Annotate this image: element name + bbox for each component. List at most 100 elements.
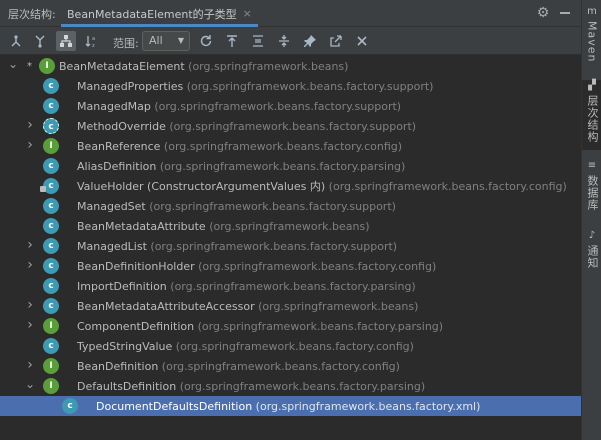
- type-name: MethodOverride (org.springframework.bean…: [77, 120, 416, 133]
- tree-row[interactable]: ⌄ I DefaultsDefinition (org.springframewor…: [0, 376, 581, 396]
- expand-all-icon[interactable]: [248, 31, 268, 51]
- type-simple-name: AliasDefinition: [77, 159, 160, 173]
- class-hierarchy-icon[interactable]: [56, 31, 76, 51]
- right-tab-maven[interactable]: m Maven: [582, 6, 601, 66]
- gear-icon[interactable]: ⚙: [535, 5, 551, 21]
- type-name: BeanMetadataAttributeAccessor (org.sprin…: [77, 300, 418, 313]
- tree-row[interactable]: › I BeanDefinition (org.springframework.be…: [0, 356, 581, 376]
- interface-icon: I: [39, 58, 55, 74]
- class-icon: c: [43, 218, 59, 234]
- tree-row[interactable]: › c MethodOverride (org.springframework.be…: [0, 116, 581, 136]
- type-name: ImportDefinition (org.springframework.be…: [77, 280, 416, 293]
- chevron-right-icon[interactable]: ›: [25, 138, 35, 152]
- type-name: DocumentDefaultsDefinition (org.springfr…: [96, 400, 480, 413]
- chevron-down-icon[interactable]: ⌄: [25, 378, 35, 391]
- type-package: (org.springframework.beans.factory.parsi…: [159, 159, 406, 173]
- right-tab-notifications-label: 通知: [586, 245, 599, 269]
- bell-icon: ♪: [588, 230, 596, 241]
- chevron-right-icon[interactable]: ›: [25, 358, 35, 372]
- tree-row[interactable]: c TypedStringValue (org.springframework.b…: [0, 336, 581, 356]
- tree-row[interactable]: c BeanMetadataAttribute (org.springframew…: [0, 216, 581, 236]
- type-package: (org.springframework.beans.factory.confi…: [161, 359, 400, 373]
- right-tab-notifications[interactable]: ♪ 通知: [582, 230, 601, 280]
- type-package: (org.springframework.beans): [209, 219, 370, 233]
- type-simple-name: ManagedList: [77, 239, 151, 253]
- type-simple-name: ComponentDefinition: [77, 319, 198, 333]
- type-simple-name: MethodOverride: [77, 119, 170, 133]
- scope-value: All: [149, 34, 163, 47]
- type-simple-name: BeanDefinitionHolder: [77, 259, 199, 273]
- tree-row[interactable]: › c BeanDefinitionHolder (org.springframew…: [0, 256, 581, 276]
- class-icon: c: [43, 298, 59, 314]
- class-icon: c: [43, 278, 59, 294]
- chevron-right-icon[interactable]: ›: [25, 298, 35, 312]
- tree-row[interactable]: › c ManagedList (org.springframework.beans…: [0, 236, 581, 256]
- type-package: (org.springframework.beans.factory.parsi…: [197, 319, 444, 333]
- tab-close-icon[interactable]: ×: [243, 7, 252, 20]
- refresh-icon[interactable]: [196, 31, 216, 51]
- tree-row[interactable]: c ManagedSet (org.springframework.beans.f…: [0, 196, 581, 216]
- type-package: (org.springframework.beans.factory.confi…: [198, 259, 437, 273]
- scope-label: 范围:: [113, 37, 139, 50]
- export-icon[interactable]: [222, 31, 242, 51]
- type-package: (org.springframework.beans.factory.confi…: [175, 339, 414, 353]
- scope-dropdown[interactable]: All ▼: [142, 31, 190, 51]
- type-simple-name: BeanMetadataAttribute: [77, 219, 210, 233]
- type-name: AliasDefinition (org.springframework.bea…: [77, 160, 405, 173]
- type-package: (org.springframework.beans.factory.suppo…: [169, 119, 417, 133]
- right-tool-strip: m Maven ▞ 层次结构 ≡ 数据库 ♪ 通知: [581, 0, 601, 440]
- type-package: (org.springframework.beans): [258, 299, 419, 313]
- tree-row[interactable]: ⌄ * I BeanMetadataElement (org.springframew…: [0, 56, 581, 76]
- type-simple-name: ManagedProperties: [77, 79, 187, 93]
- interface-icon: I: [43, 358, 59, 374]
- chevron-down-icon[interactable]: ⌄: [8, 58, 18, 71]
- type-package: (org.springframework.beans.factory.suppo…: [154, 99, 402, 113]
- tab-label: BeanMetadataElement的子类型: [67, 7, 237, 21]
- tree-row[interactable]: c ValueHolder (ConstructorArgumentValues …: [0, 176, 581, 196]
- tree-row[interactable]: c ManagedMap (org.springframework.beans.f…: [0, 96, 581, 116]
- tree-row[interactable]: › I ComponentDefinition (org.springframewo…: [0, 316, 581, 336]
- class-icon: c: [43, 198, 59, 214]
- inner-class-icon: c: [40, 178, 59, 194]
- type-package: (org.springframework.beans.factory.confi…: [163, 139, 403, 153]
- type-package: (org.springframework.beans.factory.suppo…: [149, 199, 396, 213]
- collapse-all-icon[interactable]: [274, 31, 294, 51]
- subtypes-hierarchy-icon[interactable]: [6, 31, 26, 51]
- sort-alphabetically-icon[interactable]: az: [82, 31, 102, 51]
- chevron-right-icon[interactable]: ›: [25, 318, 35, 332]
- tree-row[interactable]: c ManagedProperties (org.springframework.…: [0, 76, 581, 96]
- tree-row[interactable]: › c BeanMetadataAttributeAccessor (org.spr…: [0, 296, 581, 316]
- chevron-right-icon[interactable]: ›: [25, 118, 35, 132]
- type-simple-name: TypedStringValue: [77, 339, 176, 353]
- type-simple-name: BeanDefinition: [77, 359, 162, 373]
- type-name: BeanReference (org.springframework.beans…: [77, 140, 402, 153]
- chevron-right-icon[interactable]: ›: [25, 258, 35, 272]
- chevron-right-icon[interactable]: ›: [25, 238, 35, 252]
- tree-row[interactable]: c ImportDefinition (org.springframework.b…: [0, 276, 581, 296]
- minimize-icon[interactable]: [560, 12, 570, 14]
- type-name: BeanDefinition (org.springframework.bean…: [77, 360, 400, 373]
- type-simple-name: ManagedMap: [77, 99, 155, 113]
- tree-row[interactable]: c DocumentDefaultsDefinition (org.springf…: [0, 396, 581, 416]
- tree-row[interactable]: c AliasDefinition (org.springframework.be…: [0, 156, 581, 176]
- tab-hierarchy-subtypes[interactable]: BeanMetadataElement的子类型 ×: [61, 0, 258, 27]
- type-name: ManagedMap (org.springframework.beans.fa…: [77, 100, 401, 113]
- type-package: (org.springframework.beans.factory.xml): [255, 399, 481, 413]
- class-icon: c: [62, 398, 78, 414]
- supertypes-hierarchy-icon[interactable]: [30, 31, 50, 51]
- tree-row[interactable]: › I BeanReference (org.springframework.bea…: [0, 136, 581, 156]
- right-tab-database[interactable]: ≡ 数据库: [582, 160, 601, 220]
- interface-icon: I: [43, 318, 59, 334]
- class-icon: c: [43, 238, 59, 254]
- close-icon[interactable]: [352, 31, 372, 51]
- type-simple-name: ImportDefinition: [77, 279, 171, 293]
- type-name: ManagedList (org.springframework.beans.f…: [77, 240, 397, 253]
- right-tab-hierarchy[interactable]: ▞ 层次结构: [582, 80, 601, 150]
- type-simple-name: BeanReference: [77, 139, 164, 153]
- autoscroll-icon[interactable]: [326, 31, 346, 51]
- right-tab-hierarchy-label: 层次结构: [586, 95, 599, 143]
- type-package: (org.springframework.beans.factory.parsi…: [179, 379, 426, 393]
- type-name: BeanMetadataAttribute (org.springframewo…: [77, 220, 369, 233]
- right-tab-database-label: 数据库: [586, 175, 599, 211]
- pin-icon[interactable]: [300, 31, 320, 51]
